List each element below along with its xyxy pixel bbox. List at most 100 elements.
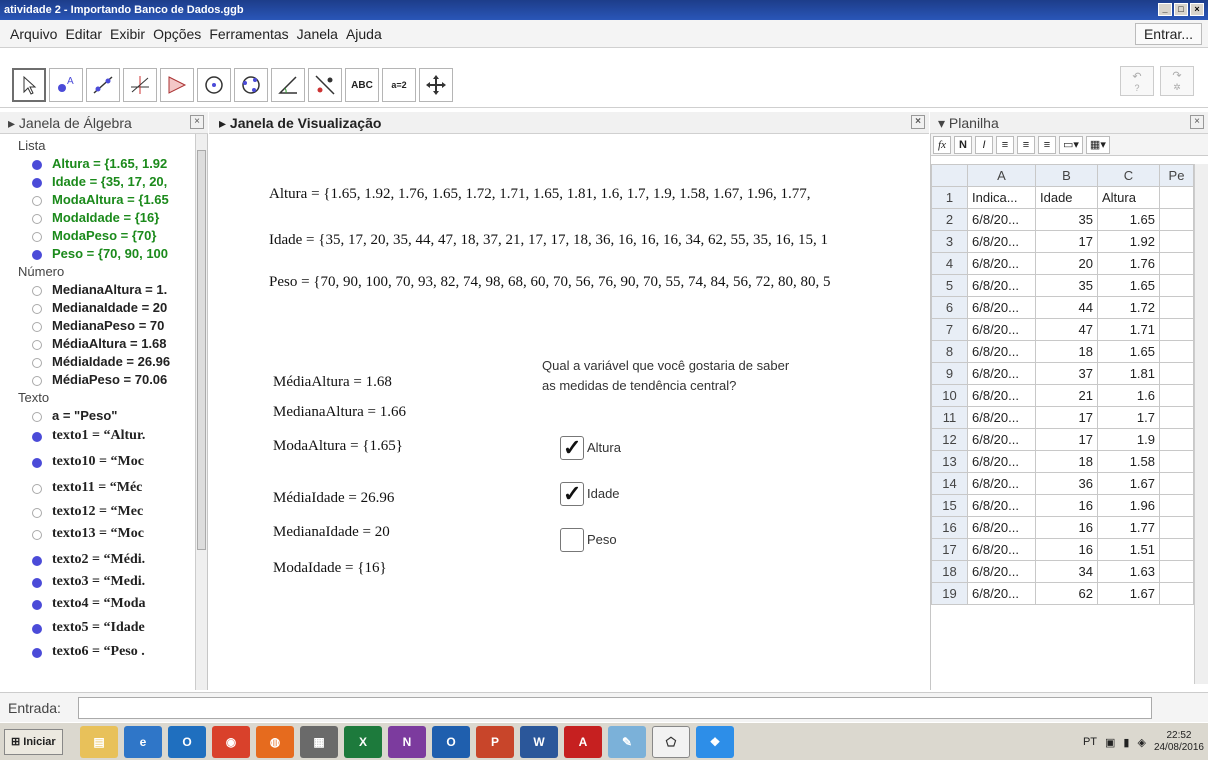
visibility-toggle-icon[interactable] — [32, 484, 42, 494]
expand-icon[interactable]: ▸ — [8, 115, 19, 131]
table-cell[interactable]: 21 — [1035, 384, 1098, 407]
menu-opcoes[interactable]: Opções — [149, 26, 205, 42]
visibility-toggle-icon[interactable] — [32, 648, 42, 658]
bold-button[interactable]: N — [954, 135, 972, 154]
table-cell[interactable]: 6/8/20... — [967, 252, 1036, 275]
visibility-toggle-icon[interactable] — [32, 556, 42, 566]
excel-icon[interactable]: X — [344, 726, 382, 758]
table-cell[interactable] — [1159, 472, 1194, 495]
table-cell[interactable]: 44 — [1035, 296, 1098, 319]
visibility-toggle-icon[interactable] — [32, 160, 42, 170]
category-texto[interactable]: Texto — [0, 390, 196, 405]
visibility-toggle-icon[interactable] — [32, 304, 42, 314]
table-cell[interactable]: 6/8/20... — [967, 208, 1036, 231]
table-cell[interactable]: 1.65 — [1097, 274, 1160, 297]
column-header[interactable]: Pe — [1159, 164, 1194, 187]
expand-icon[interactable]: ▸ — [219, 115, 230, 131]
table-cell[interactable] — [1159, 186, 1194, 209]
table-cell[interactable]: 35 — [1035, 274, 1098, 297]
align-right-icon[interactable]: ≡ — [1038, 135, 1056, 154]
algebra-item[interactable]: Peso = {70, 90, 100 — [0, 246, 196, 261]
table-cell[interactable]: Altura — [1097, 186, 1160, 209]
column-header[interactable]: C — [1097, 164, 1160, 187]
geogebra-icon[interactable]: ⬠ — [652, 726, 690, 758]
signin-button[interactable]: Entrar... — [1134, 23, 1202, 45]
row-header[interactable]: 9 — [931, 362, 968, 385]
checkbox-altura[interactable]: ✓ — [560, 435, 584, 460]
algebra-item[interactable]: MedianaAltura = 1. — [0, 282, 196, 297]
close-graphics-icon[interactable]: × — [911, 115, 925, 129]
table-cell[interactable]: 6/8/20... — [967, 318, 1036, 341]
point-tool-icon[interactable]: A — [49, 68, 83, 102]
table-cell[interactable]: 34 — [1035, 560, 1098, 583]
row-header[interactable]: 11 — [931, 406, 968, 429]
table-cell[interactable] — [1159, 208, 1194, 231]
moda-altura-text[interactable]: ModaAltura = {1.65} — [273, 438, 403, 455]
table-cell[interactable] — [1159, 428, 1194, 451]
table-cell[interactable] — [1159, 538, 1194, 561]
algebra-item[interactable]: MedianaIdade = 20 — [0, 300, 196, 315]
row-header[interactable]: 1 — [931, 186, 968, 209]
table-cell[interactable]: 1.63 — [1097, 560, 1160, 583]
table-cell[interactable]: 1.9 — [1097, 428, 1160, 451]
row-header[interactable]: 13 — [931, 450, 968, 473]
row-header[interactable]: 2 — [931, 208, 968, 231]
algebra-item[interactable]: MédiaPeso = 70.06 — [0, 372, 196, 387]
powerpoint-icon[interactable]: P — [476, 726, 514, 758]
table-cell[interactable] — [1159, 274, 1194, 297]
visibility-toggle-icon[interactable] — [32, 432, 42, 442]
algebra-item[interactable]: Idade = {35, 17, 20, — [0, 174, 196, 189]
table-cell[interactable]: 1.81 — [1097, 362, 1160, 385]
table-cell[interactable]: 1.92 — [1097, 230, 1160, 253]
table-cell[interactable]: 6/8/20... — [967, 472, 1036, 495]
row-header[interactable]: 4 — [931, 252, 968, 275]
algebra-item[interactable]: texto2 = “Médi. — [0, 552, 196, 568]
algebra-item[interactable]: ModaAltura = {1.65 — [0, 192, 196, 207]
close-sheet-icon[interactable]: × — [1190, 115, 1204, 129]
algebra-item[interactable]: texto1 = “Altur. — [0, 428, 196, 444]
table-cell[interactable]: 6/8/20... — [967, 582, 1036, 605]
paint-icon[interactable]: ✎ — [608, 726, 646, 758]
table-cell[interactable]: 20 — [1035, 252, 1098, 275]
menu-janela[interactable]: Janela — [293, 26, 342, 42]
visibility-toggle-icon[interactable] — [32, 508, 42, 518]
table-cell[interactable] — [1159, 450, 1194, 473]
perpendicular-tool-icon[interactable] — [123, 68, 157, 102]
graphics-view[interactable]: Altura = {1.65, 1.92, 1.76, 1.65, 1.72, … — [209, 134, 929, 690]
table-cell[interactable]: 6/8/20... — [967, 494, 1036, 517]
visibility-toggle-icon[interactable] — [32, 214, 42, 224]
table-cell[interactable]: 16 — [1035, 494, 1098, 517]
undo-button[interactable]: ↶? — [1120, 66, 1154, 96]
menu-editar[interactable]: Editar — [61, 26, 106, 42]
visibility-toggle-icon[interactable] — [32, 376, 42, 386]
column-header[interactable]: B — [1035, 164, 1098, 187]
start-button[interactable]: ⊞ Iniciar — [4, 729, 63, 755]
table-cell[interactable]: 17 — [1035, 406, 1098, 429]
row-header[interactable]: 14 — [931, 472, 968, 495]
table-cell[interactable] — [1159, 318, 1194, 341]
align-left-icon[interactable]: ≡ — [996, 135, 1014, 154]
visibility-toggle-icon[interactable] — [32, 578, 42, 588]
table-cell[interactable]: 1.67 — [1097, 582, 1160, 605]
row-header[interactable]: 6 — [931, 296, 968, 319]
table-cell[interactable]: 1.71 — [1097, 318, 1160, 341]
table-cell[interactable] — [1159, 362, 1194, 385]
media-altura-text[interactable]: MédiaAltura = 1.68 — [273, 374, 392, 391]
checkbox-peso-label[interactable]: Peso — [587, 532, 617, 547]
table-cell[interactable]: 6/8/20... — [967, 560, 1036, 583]
table-cell[interactable]: 62 — [1035, 582, 1098, 605]
visibility-toggle-icon[interactable] — [32, 458, 42, 468]
menu-arquivo[interactable]: Arquivo — [6, 26, 61, 42]
outlook-icon[interactable]: O — [168, 726, 206, 758]
table-cell[interactable] — [1159, 516, 1194, 539]
table-cell[interactable] — [1159, 560, 1194, 583]
algebra-item[interactable]: MédiaIdade = 26.96 — [0, 354, 196, 369]
explorer-icon[interactable]: ▤ — [80, 726, 118, 758]
algebra-item[interactable]: texto4 = “Moda — [0, 596, 196, 612]
tray-icon[interactable]: ▣ — [1105, 736, 1115, 749]
checkbox-idade[interactable]: ✓ — [560, 481, 584, 506]
algebra-scrollbar[interactable] — [195, 134, 207, 690]
table-cell[interactable]: 1.7 — [1097, 406, 1160, 429]
row-header[interactable]: 12 — [931, 428, 968, 451]
category-numero[interactable]: Número — [0, 264, 196, 279]
